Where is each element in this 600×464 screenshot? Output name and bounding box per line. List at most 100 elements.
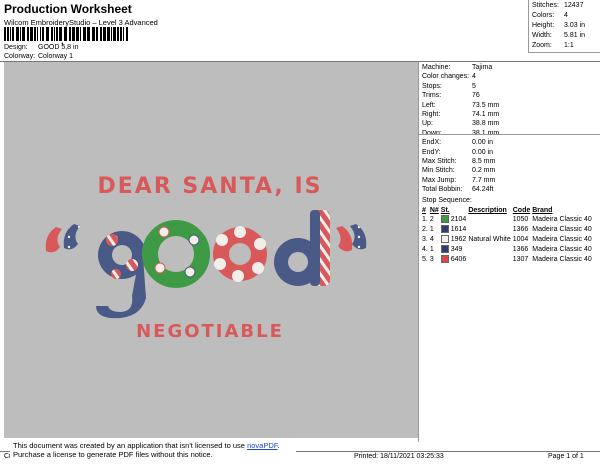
- barcode-bar: [83, 27, 86, 41]
- cell-st: 1962: [440, 234, 469, 244]
- info-key: Machine:: [422, 64, 451, 71]
- page-number: Page 1 of 1: [548, 453, 584, 460]
- barcode-bar: [4, 27, 6, 41]
- barcode-bar: [111, 27, 112, 41]
- barcode-bar: [51, 27, 53, 41]
- col-header-code: Code: [512, 207, 531, 214]
- info-value: 64.24ft: [472, 186, 494, 194]
- embroidery-design: DEAR SANTA, IS NEGOTIABLE: [45, 174, 367, 342]
- cell-n: 2: [429, 215, 434, 223]
- cell-num: 4.: [422, 245, 428, 253]
- barcode-bar: [40, 27, 41, 41]
- cell-num: 5.: [422, 255, 428, 263]
- cell-description: [468, 214, 512, 224]
- cell-n: 4: [429, 235, 434, 243]
- info-value: 4: [472, 73, 476, 81]
- letter-g: [96, 231, 146, 319]
- color-swatch: [440, 235, 449, 243]
- stop-sequence-table: # N# St. Description Code Brand 1. 2 2104…: [422, 207, 594, 264]
- info-key: Up:: [422, 120, 433, 128]
- cell-brand: Madeira Classic 40: [532, 235, 592, 243]
- cell-description: [468, 254, 512, 264]
- software-subtitle: Wilcom EmbroideryStudio – Level 3 Advanc…: [4, 18, 158, 27]
- notice-period: .: [277, 441, 280, 450]
- cell-code: 1050: [512, 215, 529, 223]
- info-value: 0.00 in: [472, 139, 494, 147]
- barcode-bar: [56, 27, 58, 41]
- info-key: EndY:: [422, 148, 441, 156]
- info-key: Trims:: [422, 92, 442, 100]
- barcode-bar: [107, 27, 110, 41]
- cell-st: 1614: [440, 224, 469, 234]
- table-row: 5. 3 6406 1307 Madeira Classic 40: [422, 254, 594, 264]
- info-value: 73.5 mm: [472, 101, 500, 109]
- notice-text: This document was created by an applicat…: [13, 441, 248, 450]
- printed-date: Printed: 18/11/2021 03:25:33: [354, 453, 444, 460]
- barcode-bar: [72, 27, 75, 41]
- barcode-bar: [103, 27, 106, 41]
- cell-code: 1366: [512, 245, 529, 253]
- cell-brand: Madeira Classic 40: [532, 225, 592, 233]
- design-text-line2: NEGOTIABLE: [136, 321, 284, 342]
- barcode-bar: [120, 27, 122, 41]
- barcode-bar: [76, 27, 79, 41]
- stop-sequence-title: Stop Sequence:: [422, 197, 472, 204]
- table-header-row: # N# St. Description Code Brand: [422, 207, 594, 214]
- col-header-n: N#: [429, 207, 439, 214]
- cell-st: 6406: [440, 254, 469, 264]
- info-value: 0.2 mm: [472, 167, 496, 175]
- cell-num: 3.: [422, 235, 428, 243]
- design-preview: DEAR SANTA, IS NEGOTIABLE: [4, 62, 418, 438]
- machine-info-panel: Machine: Tajima Color changes: 4 Stops: 5 Trim…: [420, 62, 600, 292]
- barcode-bar: [16, 27, 19, 41]
- color-swatch: [440, 255, 449, 263]
- barcode-bar: [46, 27, 49, 41]
- cell-description: [468, 244, 512, 254]
- barcode-bar: [10, 27, 11, 41]
- cell-description: [468, 224, 512, 234]
- info-value: Tajima: [472, 64, 493, 71]
- col-header-st: St.: [440, 207, 450, 214]
- cell-description: Natural White: [468, 235, 511, 243]
- design-label: Design:: [4, 44, 28, 51]
- col-header-num: #: [422, 207, 426, 214]
- info-value: 8.5 mm: [472, 158, 496, 165]
- barcode-bar: [80, 27, 81, 41]
- novapdf-link[interactable]: novaPDF: [247, 441, 277, 450]
- info-key: Stops:: [422, 82, 442, 90]
- info-row: EndY: 0.00 in: [422, 149, 493, 156]
- design-text-line1: DEAR SANTA, IS: [98, 174, 323, 199]
- panel-divider: [418, 62, 419, 442]
- info-key: EndX:: [422, 139, 442, 147]
- cell-n: 1: [429, 225, 434, 233]
- info-row: Min Stitch: 0.2 mm: [422, 167, 495, 174]
- info-key: Color changes:: [422, 73, 470, 81]
- page-title: Production Worksheet: [4, 2, 132, 16]
- letter-o-wreath: [142, 220, 210, 288]
- barcode-bar: [7, 27, 9, 41]
- info-row: Total Bobbin: 64.24ft: [422, 186, 493, 193]
- barcode-bar: [37, 27, 38, 41]
- barcode-bar: [20, 27, 21, 41]
- info-row: Trims: 76: [422, 92, 480, 99]
- info-row: Max Jump: 7.7 mm: [422, 177, 495, 184]
- cell-brand: Madeira Classic 40: [532, 245, 592, 253]
- left-quote-icon: [45, 224, 80, 253]
- info-row: Stops: 5: [422, 83, 476, 90]
- cell-num: 2.: [422, 225, 428, 233]
- info-key: Total Bobbin:: [422, 186, 463, 194]
- barcode-bar: [12, 27, 14, 41]
- table-row: 2. 1 1614 1366 Madeira Classic 40: [422, 224, 594, 234]
- info-value: 7.7 mm: [472, 176, 496, 184]
- notice-purchase-text: Purchase a license to generate PDF files…: [13, 450, 213, 459]
- color-swatch: [440, 225, 449, 233]
- barcode-bar: [64, 27, 67, 41]
- info-row: Up: 38.8 mm: [422, 120, 499, 127]
- barcode-bar: [22, 27, 25, 41]
- barcode-bar: [113, 27, 116, 41]
- stat-height: Height: 3.03 in: [532, 22, 586, 29]
- barcode-bar: [54, 27, 55, 41]
- barcode-bar: [69, 27, 71, 41]
- barcode-bar: [126, 27, 128, 41]
- info-row: Right: 74.1 mm: [422, 111, 499, 118]
